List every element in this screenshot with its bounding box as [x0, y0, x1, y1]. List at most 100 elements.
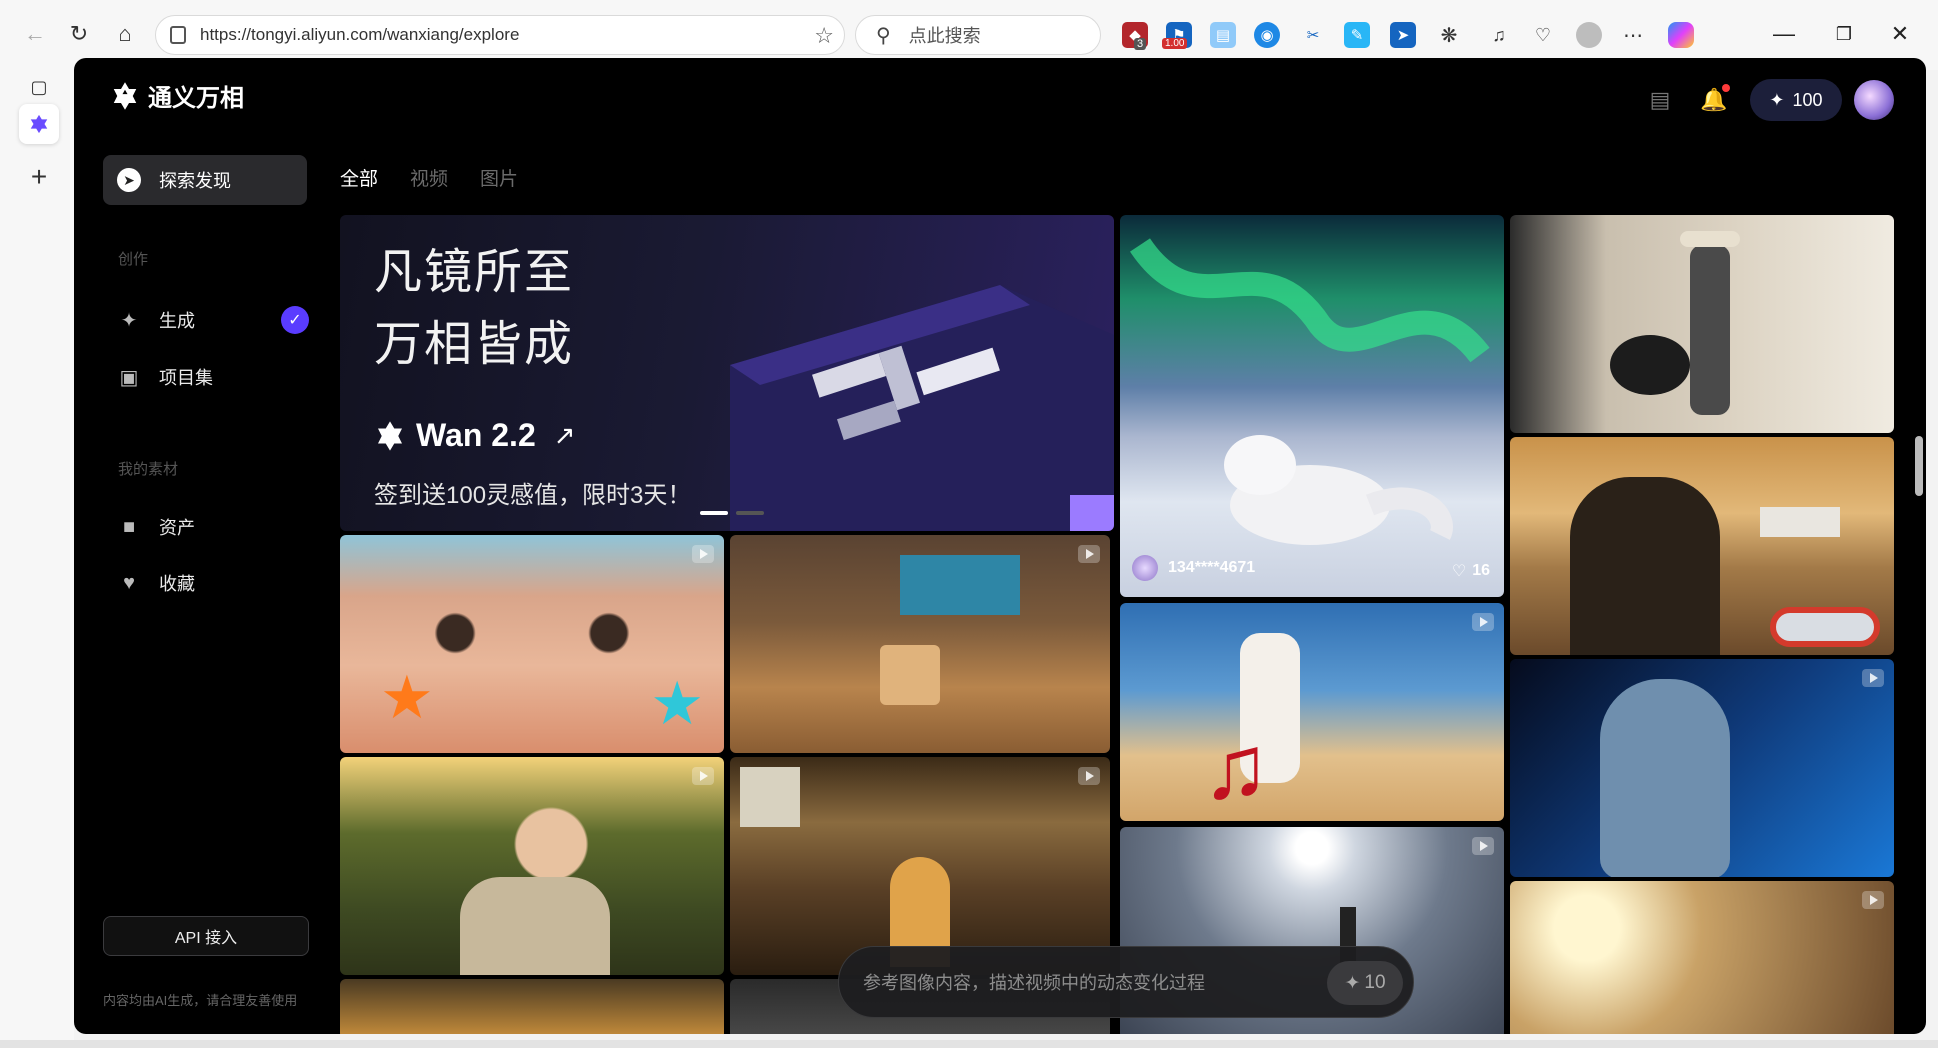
prompt-input[interactable]: 参考图像内容，描述视频中的动态变化过程 ✦ 10 — [838, 946, 1414, 1018]
carousel-dot[interactable] — [736, 511, 764, 515]
sidebar-item-explore[interactable]: ➤ 探索发现 — [103, 155, 307, 205]
credits-count: 100 — [1792, 89, 1823, 110]
creator-avatar — [1132, 555, 1158, 581]
gallery-tile-train-scene[interactable] — [730, 757, 1110, 975]
sidebar-item-projects[interactable]: ▣ 项目集 — [103, 352, 307, 402]
gallery-tile-partial[interactable] — [340, 979, 724, 1034]
gallery-tile-man-ostrich[interactable] — [1510, 215, 1894, 433]
tab-all[interactable]: 全部 — [340, 164, 378, 191]
carousel-dot-active[interactable] — [700, 511, 728, 515]
wood-block-shape — [880, 645, 940, 705]
hat-shape — [1680, 231, 1740, 247]
banner-title-line2: 万相皆成 — [374, 318, 575, 371]
music-icon[interactable]: ♫ — [1486, 22, 1512, 48]
address-bar[interactable]: https://tongyi.aliyun.com/wanxiang/explo… — [155, 15, 845, 55]
wanxiang-favicon-icon — [30, 114, 48, 134]
user-avatar[interactable] — [1854, 80, 1894, 120]
restore-icon[interactable]: ❐ — [1826, 18, 1862, 50]
prompt-placeholder: 参考图像内容，描述视频中的动态变化过程 — [863, 973, 1205, 993]
url-text: https://tongyi.aliyun.com/wanxiang/explo… — [200, 25, 520, 44]
search-icon: ⚲ — [876, 24, 891, 47]
carousel-dots[interactable] — [700, 511, 764, 515]
api-access-button[interactable]: API 接入 — [103, 916, 309, 956]
profile-icon[interactable] — [1576, 22, 1602, 48]
gallery-tile-neon-portrait[interactable] — [1510, 659, 1894, 877]
compass-icon: ➤ — [117, 168, 141, 192]
boat-shape — [1760, 507, 1840, 537]
gallery-tile-desert-woman[interactable]: ♫ — [1120, 603, 1504, 821]
ostrich-shape — [1610, 335, 1690, 395]
video-play-icon — [692, 545, 714, 563]
generate-button[interactable]: ✦ 10 — [1327, 961, 1403, 1005]
gallery-tile-child-face[interactable]: ★ ★ — [340, 535, 724, 753]
tab-tongyi-wanxiang[interactable] — [19, 104, 59, 144]
video-play-icon — [1862, 669, 1884, 687]
more-menu-icon[interactable]: ⋯ — [1620, 22, 1646, 48]
like-count: 16 — [1472, 562, 1490, 579]
video-play-icon — [692, 767, 714, 785]
app-name: 通义万相 — [148, 85, 244, 112]
sidebar-section-create: 创作 — [118, 251, 149, 268]
heart-pulse-icon[interactable]: ♡ — [1530, 22, 1556, 48]
sparkle-icon: ✦ — [120, 309, 138, 332]
gallery-tile-young-man-forest[interactable] — [340, 757, 724, 975]
new-tab-icon[interactable]: + — [22, 160, 56, 194]
search-placeholder: 点此搜索 — [908, 26, 981, 46]
stack-icon: ▣ — [119, 366, 139, 389]
arrow-extension-icon[interactable]: ➤ — [1390, 22, 1416, 48]
credits-button[interactable]: ✦ 100 — [1750, 79, 1842, 121]
video-play-icon — [1862, 891, 1884, 909]
folder-icon: ■ — [122, 515, 136, 538]
refresh-icon[interactable]: ↻ — [62, 17, 96, 51]
banner-title-line1: 凡镜所至 — [374, 246, 575, 299]
sidebar-item-favorites[interactable]: ♥ 收藏 — [103, 558, 307, 608]
gallery-tile-wooden-block[interactable] — [730, 535, 1110, 753]
banner-product[interactable]: Wan 2.2 ↗ — [374, 417, 576, 454]
favorite-star-icon[interactable]: ☆ — [814, 23, 834, 49]
creator-name: 134****4671 — [1168, 559, 1256, 576]
banner-product-name: Wan 2.2 — [416, 417, 536, 453]
blue-stool-shape — [900, 555, 1020, 615]
layout-toggle-icon[interactable]: ▤ — [1640, 80, 1680, 120]
sidebar-item-generate[interactable]: ✦ 生成 — [103, 295, 307, 345]
video-play-icon — [1472, 837, 1494, 855]
sparkle-icon: ✦ — [1344, 972, 1361, 994]
shield-extension-icon[interactable]: ◉ — [1254, 22, 1280, 48]
browser-search-box[interactable]: ⚲ 点此搜索 — [855, 15, 1101, 55]
gallery-tile-seaside-man[interactable] — [1510, 437, 1894, 655]
tab-image[interactable]: 图片 — [480, 164, 518, 191]
edit-extension-icon[interactable]: ✎ — [1344, 22, 1370, 48]
video-play-icon — [1078, 545, 1100, 563]
back-icon[interactable]: ← — [18, 17, 52, 51]
man-suit-shape — [1690, 245, 1730, 415]
app-logo[interactable]: 通义万相 — [110, 78, 244, 113]
page-scrollbar[interactable] — [1915, 436, 1923, 496]
heart-outline-icon: ♡ — [1451, 563, 1467, 580]
sidebar-item-assets[interactable]: ■ 资产 — [103, 502, 307, 552]
like-button[interactable]: ♡ 16 — [1452, 561, 1490, 581]
aurora-art — [1130, 238, 1490, 545]
sidebar-item-label: 生成 — [159, 311, 195, 331]
creator-info[interactable]: 134****4671 — [1132, 555, 1255, 581]
music-note-icon: ♫ — [1202, 718, 1270, 818]
minimize-icon[interactable]: — — [1766, 18, 1802, 50]
home-icon[interactable]: ⌂ — [108, 17, 142, 51]
sidebar-item-label: 资产 — [159, 518, 195, 538]
sidebar-item-label: 探索发现 — [159, 171, 231, 191]
document-extension-icon[interactable]: ▤ — [1210, 22, 1236, 48]
scissors-extension-icon[interactable]: ✂ — [1300, 22, 1326, 48]
tab-actions-icon[interactable]: ▢ — [22, 70, 56, 104]
checkmark-badge-icon: ✓ — [281, 306, 309, 334]
gallery-tile-curly-hair[interactable] — [1510, 881, 1894, 1034]
banner-title: 凡镜所至 万相皆成 — [374, 237, 574, 381]
gallery-tile-arctic-fox[interactable]: 134****4671 ♡ 16 — [1120, 215, 1504, 597]
promo-banner[interactable]: 凡镜所至 万相皆成 Wan 2.2 ↗ 签到送100灵感值，限时3天！ — [340, 215, 1114, 531]
puzzle-extensions-icon[interactable]: ❋ — [1436, 22, 1462, 48]
wanxiang-logo-icon — [113, 81, 137, 110]
tab-video[interactable]: 视频 — [410, 164, 448, 191]
external-arrow-icon: ↗ — [553, 420, 576, 450]
close-icon[interactable]: ✕ — [1882, 18, 1918, 50]
heart-icon: ♥ — [123, 571, 135, 594]
sidebar-item-label: 项目集 — [159, 368, 213, 388]
copilot-icon[interactable] — [1668, 22, 1694, 48]
